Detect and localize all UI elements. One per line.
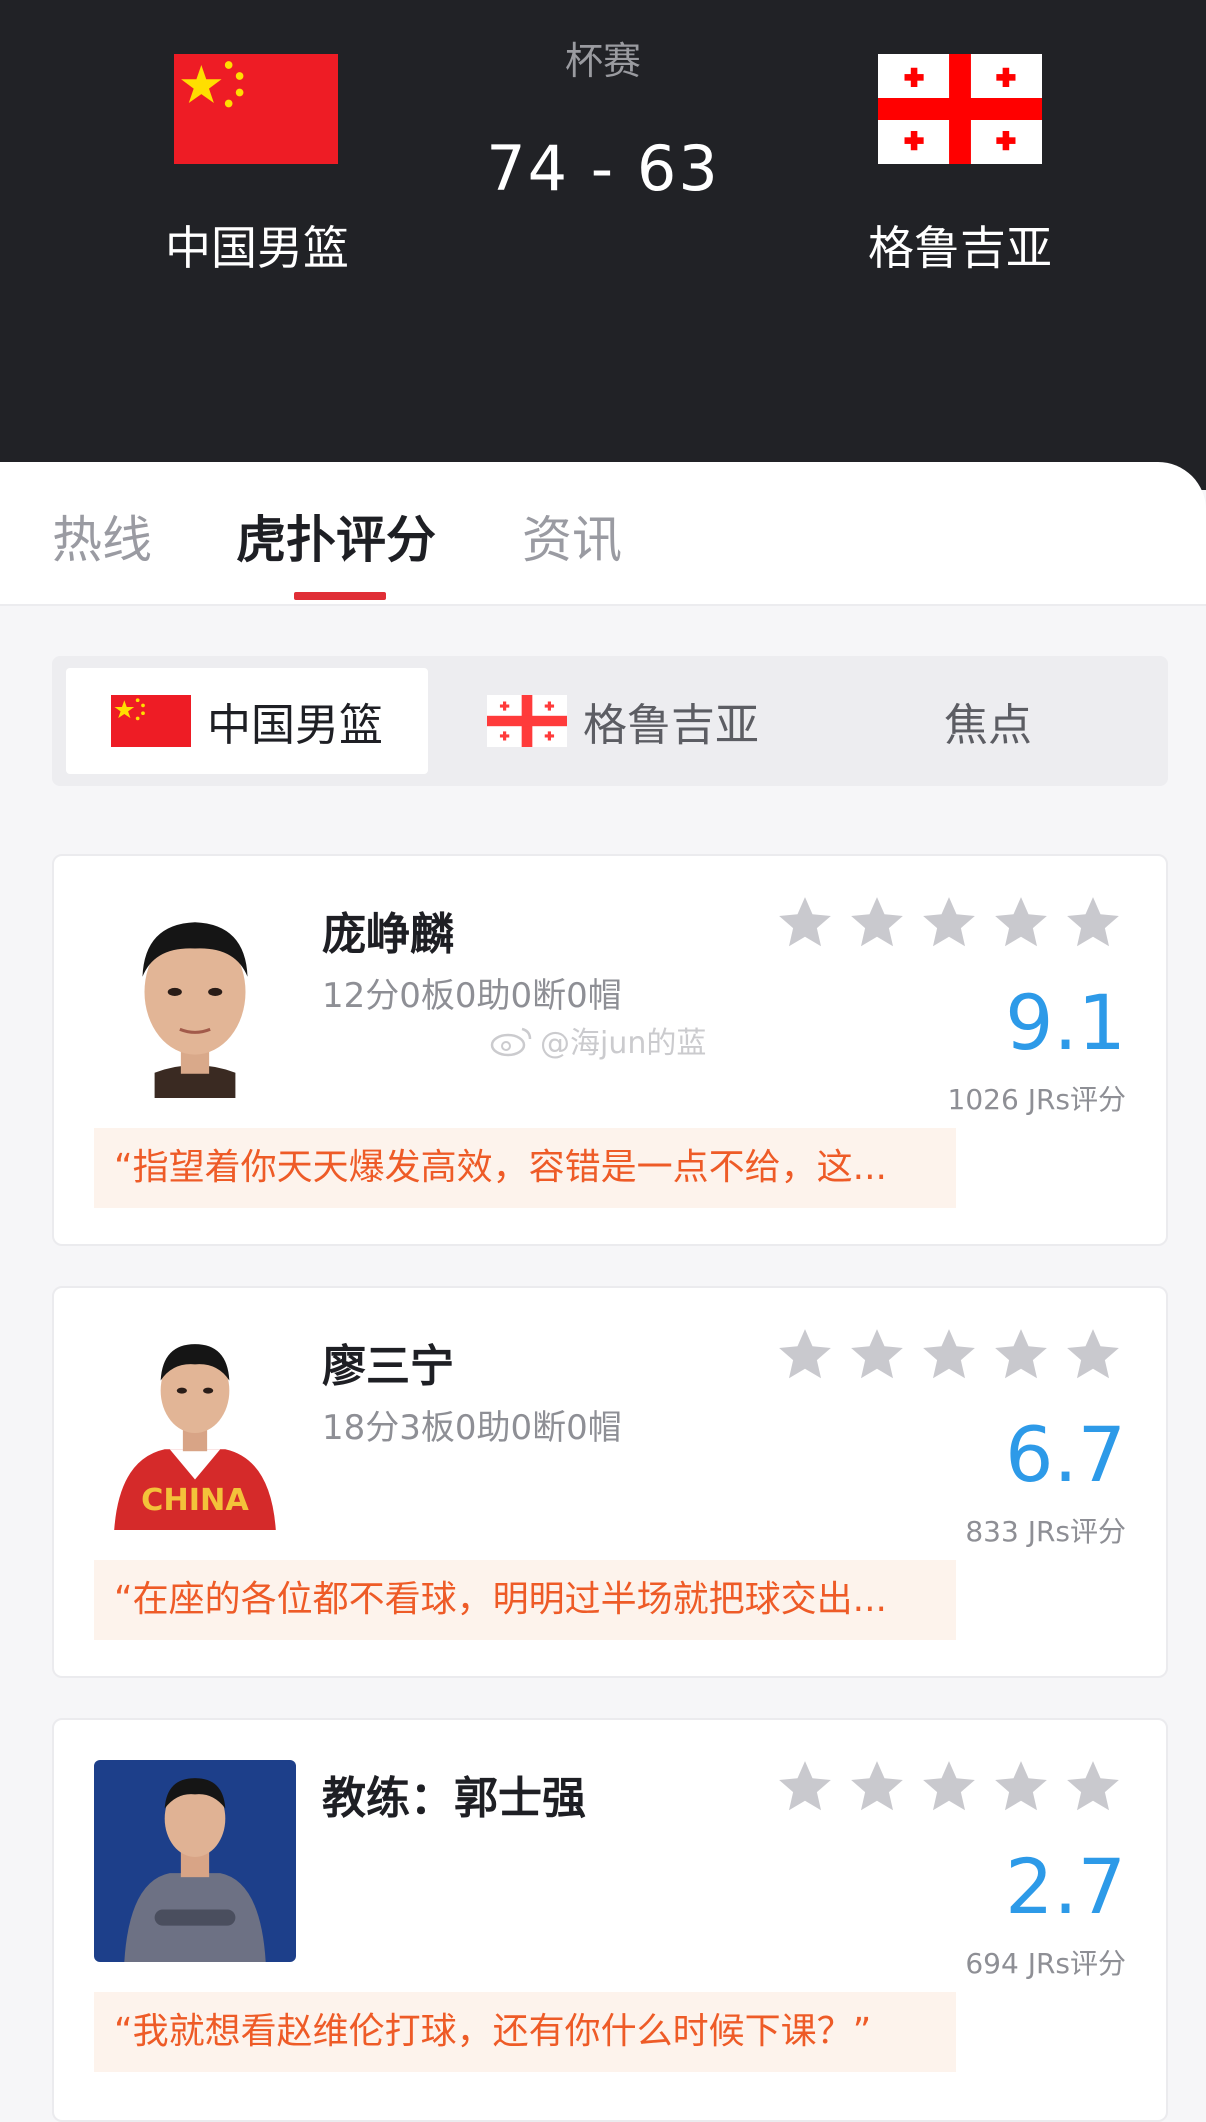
china-flag-icon [111, 695, 191, 747]
star-icon[interactable] [774, 1756, 836, 1818]
watermark: @海jun的蓝 [490, 1018, 706, 1062]
star-icon[interactable] [1062, 1756, 1124, 1818]
rating-votes: 694 JRs评分 [965, 1947, 1126, 1980]
segment-china[interactable]: 中国男篮 [66, 668, 428, 774]
tab-hupu-rating[interactable]: 虎扑评分 [236, 500, 436, 572]
star-icon[interactable] [774, 1324, 836, 1386]
segment-label: 中国男篮 [207, 700, 383, 751]
coach-avatar [94, 1760, 296, 1962]
star-icon[interactable] [1062, 892, 1124, 954]
rating-votes: 1026 JRs评分 [947, 1083, 1126, 1116]
home-team-name: 中国男篮 [165, 221, 349, 275]
player-name: 廖三宁 [322, 1341, 454, 1392]
player-stats: 12分0板0助0断0帽 [322, 976, 622, 1016]
rating-votes: 833 JRs评分 [965, 1515, 1126, 1548]
star-icon[interactable] [990, 892, 1052, 954]
away-team-name: 格鲁吉亚 [868, 221, 1052, 275]
tab-bar: 热线 虎扑评分 资讯 [0, 462, 1206, 606]
rating-stars[interactable] [764, 892, 1124, 954]
coach-rating-card[interactable]: 教练：郭士强 2.7 694 JRs评分 “我就想看赵维伦打球，还有你什么时候下… [52, 1718, 1168, 2122]
top-comment[interactable]: “在座的各位都不看球，明明过半场就把球交出... [94, 1560, 956, 1640]
star-icon[interactable] [846, 1324, 908, 1386]
watermark-text: @海jun的蓝 [540, 1026, 707, 1061]
star-icon[interactable] [1062, 1324, 1124, 1386]
match-header: 杯赛 中国男篮 74 - 63 格鲁吉亚 [0, 0, 1206, 490]
team-segment-control: 中国男篮 格鲁吉亚 焦点 [52, 656, 1168, 786]
star-icon[interactable] [918, 1756, 980, 1818]
jersey-text: CHINA [141, 1483, 249, 1518]
top-comment[interactable]: “我就想看赵维伦打球，还有你什么时候下课？” [94, 1992, 956, 2072]
player-name: 庞峥麟 [322, 909, 454, 960]
georgia-flag-icon [878, 54, 1042, 164]
rating-stars[interactable] [764, 1756, 1124, 1818]
weibo-icon [490, 1027, 532, 1057]
segment-georgia[interactable]: 格鲁吉亚 [442, 668, 804, 774]
rating-score: 9.1 [1005, 978, 1126, 1067]
rating-stars[interactable] [764, 1324, 1124, 1386]
georgia-flag-icon [487, 695, 567, 747]
star-icon[interactable] [990, 1324, 1052, 1386]
tab-hotline[interactable]: 热线 [52, 500, 152, 572]
active-tab-indicator [294, 592, 386, 600]
star-icon[interactable] [918, 892, 980, 954]
star-icon[interactable] [990, 1756, 1052, 1818]
star-icon[interactable] [918, 1324, 980, 1386]
tab-news[interactable]: 资讯 [522, 500, 622, 572]
player-stats: 18分3板0助0断0帽 [322, 1408, 622, 1448]
star-icon[interactable] [774, 892, 836, 954]
coach-name: 教练：郭士强 [322, 1773, 586, 1824]
top-comment[interactable]: “指望着你天天爆发高效，容错是一点不给，这... [94, 1128, 956, 1208]
player-avatar: CHINA [94, 1328, 296, 1530]
rating-score: 6.7 [1005, 1410, 1126, 1499]
segment-focus[interactable]: 焦点 [818, 668, 1158, 774]
rating-score: 2.7 [1005, 1842, 1126, 1931]
player-avatar [94, 896, 296, 1098]
star-icon[interactable] [846, 892, 908, 954]
segment-label: 焦点 [944, 700, 1032, 751]
player-rating-card[interactable]: CHINA 廖三宁 18分3板0助0断0帽 6.7 833 JRs评分 “在座的… [52, 1286, 1168, 1678]
segment-label: 格鲁吉亚 [583, 700, 759, 751]
star-icon[interactable] [846, 1756, 908, 1818]
